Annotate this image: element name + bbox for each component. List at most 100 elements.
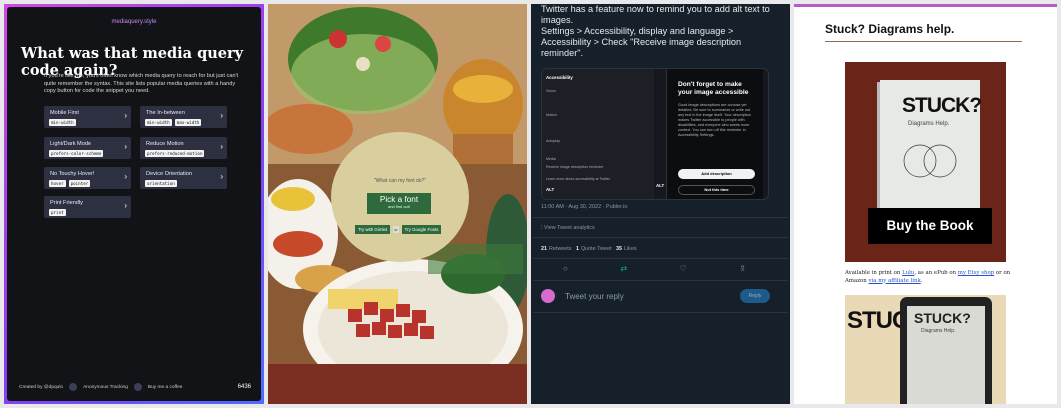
card-in-between[interactable]: The In-between min-width max-width › [140, 106, 227, 128]
availability-text-part: , as an ePub on [914, 270, 958, 276]
not-this-time-button[interactable]: Not this time [678, 185, 755, 195]
etsy-link[interactable]: my Etsy shop [958, 270, 994, 276]
like-icon[interactable]: ♡ [680, 264, 687, 273]
alt-badge: ALT [656, 183, 665, 188]
modal-text: Good image descriptions are concise yet … [678, 103, 752, 137]
screen-title: STUCK? [914, 310, 971, 326]
settings-row: Motion [546, 113, 557, 117]
media-query-panel: mediaquery.style What was that media que… [4, 4, 264, 404]
settings-heading: Accessibility [546, 75, 573, 80]
chevron-right-icon: › [220, 111, 223, 120]
retweets-label[interactable]: Retweets [549, 246, 571, 252]
intro-text: If you're like me, you'll often know whi… [44, 73, 239, 94]
quote-count: 1 [575, 246, 579, 252]
settings-row: Vision [546, 89, 556, 93]
tracking-icon [69, 383, 78, 391]
visitor-count: 6436 [237, 384, 251, 390]
card-reduce-motion[interactable]: Reduce Motion prefers-reduced-motion › [140, 137, 227, 159]
likes-label[interactable]: Likes [624, 246, 637, 252]
add-description-button[interactable]: Add description [678, 169, 755, 179]
analytics-label: View Tweet analytics [543, 225, 595, 231]
try-gimlet-button[interactable]: Try with Gimlet [355, 225, 391, 234]
font-bubble: "What can my font do?" Pick a font and f… [331, 132, 469, 262]
chip: orientation [145, 180, 177, 187]
chevron-right-icon: › [124, 142, 127, 151]
settings-row: Receive image description reminder [546, 165, 604, 169]
card-light-dark[interactable]: Light/Dark Mode prefers-color-scheme › [44, 137, 131, 159]
buy-the-book-button[interactable]: Buy the Book [868, 208, 992, 244]
media-query-page: mediaquery.style What was that media que… [7, 7, 261, 401]
share-icon[interactable]: ⇪ [739, 264, 746, 273]
book-cover: STUCK? Diagrams Help. [880, 80, 982, 226]
cover-subtitle: Diagrams Help. [908, 121, 950, 127]
availability-text-part: . [920, 277, 923, 284]
pick-font-sub: and find out! [387, 204, 411, 209]
chip: print [49, 209, 66, 216]
divider [533, 258, 788, 259]
availability-text: Available in print on Lulu, as an ePub o… [845, 270, 1015, 285]
retweet-count: 21 [541, 246, 547, 252]
chevron-right-icon: › [220, 142, 223, 151]
card-print-friendly[interactable]: Print Friendly print › [44, 196, 131, 218]
tweet-text: Twitter has a feature now to remind you … [541, 4, 770, 58]
settings-row: Autoplay [546, 139, 560, 143]
try-google-fonts-button[interactable]: Try Google Fonts [401, 225, 442, 234]
or-label: or [393, 226, 399, 233]
site-name[interactable]: mediaquery.style [7, 19, 261, 25]
tweet-image[interactable]: Accessibility Vision Motion Autoplay Med… [541, 68, 769, 200]
chevron-right-icon: › [124, 111, 127, 120]
card-device-orientation[interactable]: Device Orientation orientation › [140, 167, 227, 189]
modal-title: Don't forget to make your image accessib… [678, 81, 749, 96]
pick-font-button[interactable]: Pick a font and find out! [367, 193, 431, 214]
chip: max-width [174, 119, 202, 126]
card-title: Device Orientation [146, 171, 193, 177]
page-heading: Stuck? Diagrams help. [825, 22, 955, 36]
reply-button[interactable]: Reply [740, 289, 770, 303]
screenshot-collage: mediaquery.style What was that media que… [0, 0, 1061, 408]
created-by-link[interactable]: Created by @dpqulo [19, 385, 63, 390]
ereader-photo: STUCK? STUCK? Diagrams Help. [845, 295, 1006, 404]
divider [533, 217, 788, 218]
font-ad-panel: "What can my font do?" Pick a font and f… [268, 4, 527, 404]
chip: pointer [68, 180, 91, 187]
quote-label[interactable]: Quote Tweet [581, 246, 611, 252]
alt-badge: ALT [546, 187, 555, 192]
heading-rule [825, 41, 1022, 42]
font-question: "What can my font do?" [373, 178, 427, 184]
avatar [541, 289, 555, 303]
reply-icon[interactable]: ○ [563, 264, 568, 273]
book-image[interactable]: STUCK? Diagrams Help. Buy the Book [845, 62, 1006, 262]
venn-diagram [903, 144, 957, 178]
screen-subtitle: Diagrams Help. [921, 328, 956, 334]
card-title: No Touchy Hover! [50, 171, 95, 177]
coffee-icon [133, 383, 142, 391]
card-mobile-first[interactable]: Mobile First min-width › [44, 106, 131, 128]
retweet-icon[interactable]: ⇄ [620, 264, 627, 273]
pick-font-label: Pick a font [379, 195, 419, 204]
tracking-link[interactable]: Anonymous Tracking [83, 385, 128, 390]
coffee-link[interactable]: Buy me a coffee [148, 385, 183, 390]
divider [533, 237, 788, 238]
settings-pane: Accessibility Vision Motion Autoplay Med… [542, 69, 654, 199]
card-no-touchy-hover[interactable]: No Touchy Hover! hover pointer › [44, 167, 131, 189]
analytics-link[interactable]: ⫶ View Tweet analytics [541, 225, 595, 232]
chevron-right-icon: › [124, 201, 127, 210]
reply-box: Tweet your reply Reply [541, 287, 780, 307]
card-title: Light/Dark Mode [50, 141, 92, 147]
try-buttons: Try with Gimlet or Try Google Fonts [355, 225, 442, 234]
divider [533, 280, 788, 281]
twitter-panel: Twitter has a feature now to remind you … [531, 4, 790, 404]
card-title: Reduce Motion [146, 141, 184, 147]
tweet-stats: 21 Retweets 1 Quote Tweet 35 Likes [541, 246, 637, 252]
chevron-right-icon: › [220, 172, 223, 181]
cover-title: STUCK? [902, 94, 982, 117]
card-title: Mobile First [50, 110, 79, 116]
tweet-meta: 11:00 AM · Aug 30, 2022 · Publer.io [541, 204, 628, 210]
settings-row: Media [546, 157, 556, 161]
like-count: 35 [615, 246, 622, 252]
reply-input[interactable]: Tweet your reply [565, 292, 624, 301]
ereader-device: STUCK? Diagrams Help. [900, 297, 992, 404]
affiliate-link[interactable]: via my affiliate link [869, 278, 921, 284]
card-title: Print Friendly [50, 200, 83, 206]
lulu-link[interactable]: Lulu [902, 270, 914, 276]
